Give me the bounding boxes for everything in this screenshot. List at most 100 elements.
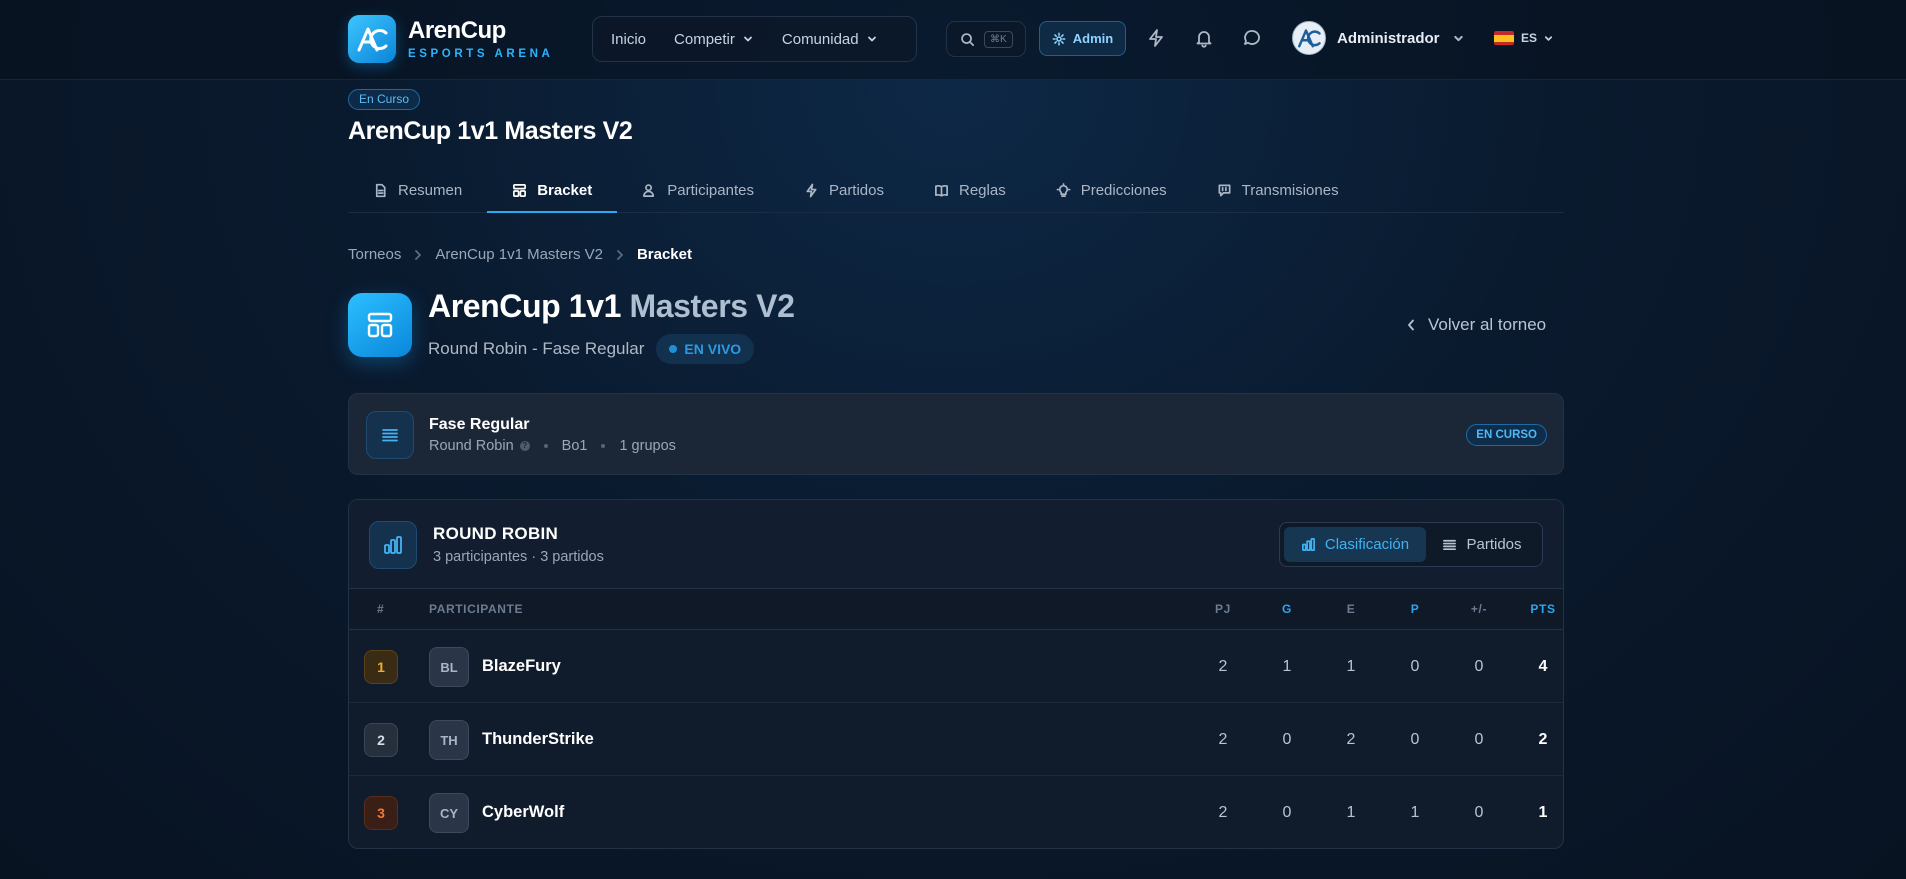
phase-best-of: Bo1 xyxy=(561,438,588,454)
played-cell: 2 xyxy=(1218,804,1228,821)
user-name: Administrador xyxy=(1337,29,1440,47)
back-to-tournament-link[interactable]: Volver al torneo xyxy=(1406,315,1546,335)
toggle-label: Clasificación xyxy=(1324,536,1410,553)
round-robin-card: ROUND ROBIN 3 participantes · 3 partidos… xyxy=(348,499,1564,849)
round-robin-header: ROUND ROBIN 3 participantes · 3 partidos… xyxy=(349,500,1563,589)
page-subtitle: Round Robin - Fase Regular xyxy=(428,339,645,358)
search-button[interactable]: ⌘K xyxy=(946,21,1026,57)
col-won: G xyxy=(1282,602,1292,616)
played-cell: 2 xyxy=(1218,731,1228,748)
gear-icon xyxy=(1052,32,1066,45)
lost-cell: 0 xyxy=(1410,658,1420,675)
tab-reglas[interactable]: Reglas xyxy=(909,168,1031,212)
users-icon xyxy=(643,183,655,197)
draw-cell: 1 xyxy=(1346,658,1356,675)
diff-cell: 0 xyxy=(1474,731,1484,748)
tab-resumen[interactable]: Resumen xyxy=(348,168,487,212)
spain-flag-icon xyxy=(1494,31,1514,45)
played-cell: 2 xyxy=(1218,658,1228,675)
participant-name[interactable]: ThunderStrike xyxy=(482,730,594,749)
phase-card: Fase Regular Round Robin ? Bo1 1 grupos … xyxy=(348,393,1564,475)
live-dot-icon xyxy=(669,345,678,353)
live-badge: EN VIVO xyxy=(656,334,755,364)
list-icon xyxy=(366,411,414,459)
diff-cell: 0 xyxy=(1474,804,1484,821)
chevron-left-icon xyxy=(1408,319,1414,331)
draw-cell: 2 xyxy=(1346,731,1356,748)
admin-button[interactable]: Admin xyxy=(1039,21,1126,56)
page-title-part2: Masters V2 xyxy=(629,288,795,324)
tab-label: Participantes xyxy=(667,181,754,199)
info-icon[interactable]: ? xyxy=(519,441,530,451)
user-menu[interactable]: Administrador xyxy=(1292,21,1465,55)
bracket-icon xyxy=(348,293,412,357)
separator-dot xyxy=(601,444,606,448)
rank-badge: 3 xyxy=(364,796,398,830)
tab-transmisiones[interactable]: Transmisiones xyxy=(1192,168,1364,212)
chevron-down-icon xyxy=(867,36,876,42)
phase-groups: 1 grupos xyxy=(619,438,676,454)
standings-toggle-button[interactable]: Clasificación xyxy=(1284,527,1426,562)
tournament-title: ArenCup 1v1 Masters V2 xyxy=(348,117,633,145)
rank-badge: 2 xyxy=(364,723,398,757)
points-cell: 2 xyxy=(1538,731,1548,748)
tournament-status-badge: En Curso xyxy=(348,89,421,110)
matches-toggle-button[interactable]: Partidos xyxy=(1426,527,1538,562)
language-selector[interactable]: ES xyxy=(1494,31,1554,45)
won-cell: 0 xyxy=(1282,731,1292,748)
col-participant: PARTICIPANTE xyxy=(429,602,524,616)
bolt-icon xyxy=(1149,29,1163,47)
toggle-label: Partidos xyxy=(1466,536,1522,553)
rank-badge: 1 xyxy=(364,650,398,684)
activity-button[interactable] xyxy=(1146,28,1166,48)
nav-item-competir[interactable]: Competir xyxy=(674,31,754,48)
main-nav: Inicio Competir Comunidad xyxy=(592,16,917,62)
breadcrumb: Torneos ArenCup 1v1 Masters V2 Bracket xyxy=(348,246,692,263)
nav-item-comunidad[interactable]: Comunidad xyxy=(782,31,878,48)
breadcrumb-torneos[interactable]: Torneos xyxy=(348,246,401,263)
live-label: EN VIVO xyxy=(684,341,742,357)
tab-partidos[interactable]: Partidos xyxy=(779,168,909,212)
table-row[interactable]: 2 TH ThunderStrike 2 0 2 0 0 2 xyxy=(349,703,1563,776)
tab-predicciones[interactable]: Predicciones xyxy=(1031,168,1192,212)
user-avatar-logo-icon xyxy=(1298,29,1321,48)
messages-button[interactable] xyxy=(1242,28,1262,48)
table-row[interactable]: 3 CY CyberWolf 2 0 1 1 0 1 xyxy=(349,776,1563,848)
bar-chart-icon xyxy=(369,521,417,569)
breadcrumb-tournament[interactable]: ArenCup 1v1 Masters V2 xyxy=(435,246,603,263)
table-header: # PARTICIPANTE PJ G E P +/- PTS xyxy=(349,589,1563,630)
chevron-right-icon xyxy=(617,249,623,260)
table-row[interactable]: 1 BL BlazeFury 2 1 1 0 0 4 xyxy=(349,630,1563,703)
notifications-button[interactable] xyxy=(1194,28,1214,48)
col-rank: # xyxy=(377,602,385,616)
col-draw: E xyxy=(1346,602,1356,616)
diff-cell: 0 xyxy=(1474,658,1484,675)
separator-dot xyxy=(543,444,548,448)
participant-name[interactable]: CyberWolf xyxy=(482,803,564,822)
page-subtitle-row: Round Robin - Fase Regular EN VIVO xyxy=(428,334,755,364)
brand-logo[interactable]: ArenCup ESPORTS ARENA xyxy=(348,15,553,63)
tab-label: Predicciones xyxy=(1080,181,1167,199)
draw-cell: 1 xyxy=(1346,804,1356,821)
tab-label: Reglas xyxy=(959,181,1006,199)
search-shortcut: ⌘K xyxy=(984,30,1013,48)
tab-bracket[interactable]: Bracket xyxy=(487,168,618,213)
phase-status-badge: EN CURSO xyxy=(1466,424,1547,446)
tab-participantes[interactable]: Participantes xyxy=(617,168,779,212)
won-cell: 1 xyxy=(1282,658,1292,675)
chevron-right-icon xyxy=(415,249,422,260)
tournament-tabs: Resumen Bracket Participantes Partidos R… xyxy=(348,168,1564,213)
phase-format: Round Robin xyxy=(429,438,514,454)
chat-bubble-icon xyxy=(1244,30,1260,45)
col-diff: +/- xyxy=(1470,602,1488,616)
brand-name: ArenCup xyxy=(408,17,506,44)
avatar: TH xyxy=(429,720,469,760)
brand-tagline: ESPORTS ARENA xyxy=(408,48,554,60)
participant-name[interactable]: BlazeFury xyxy=(482,657,561,676)
nav-item-inicio[interactable]: Inicio xyxy=(611,31,646,48)
chevron-down-icon xyxy=(1453,35,1463,41)
round-robin-title: ROUND ROBIN xyxy=(433,524,559,543)
round-robin-subtitle: 3 participantes · 3 partidos xyxy=(433,549,604,565)
avatar xyxy=(1292,21,1326,55)
tab-label: Bracket xyxy=(537,181,593,199)
